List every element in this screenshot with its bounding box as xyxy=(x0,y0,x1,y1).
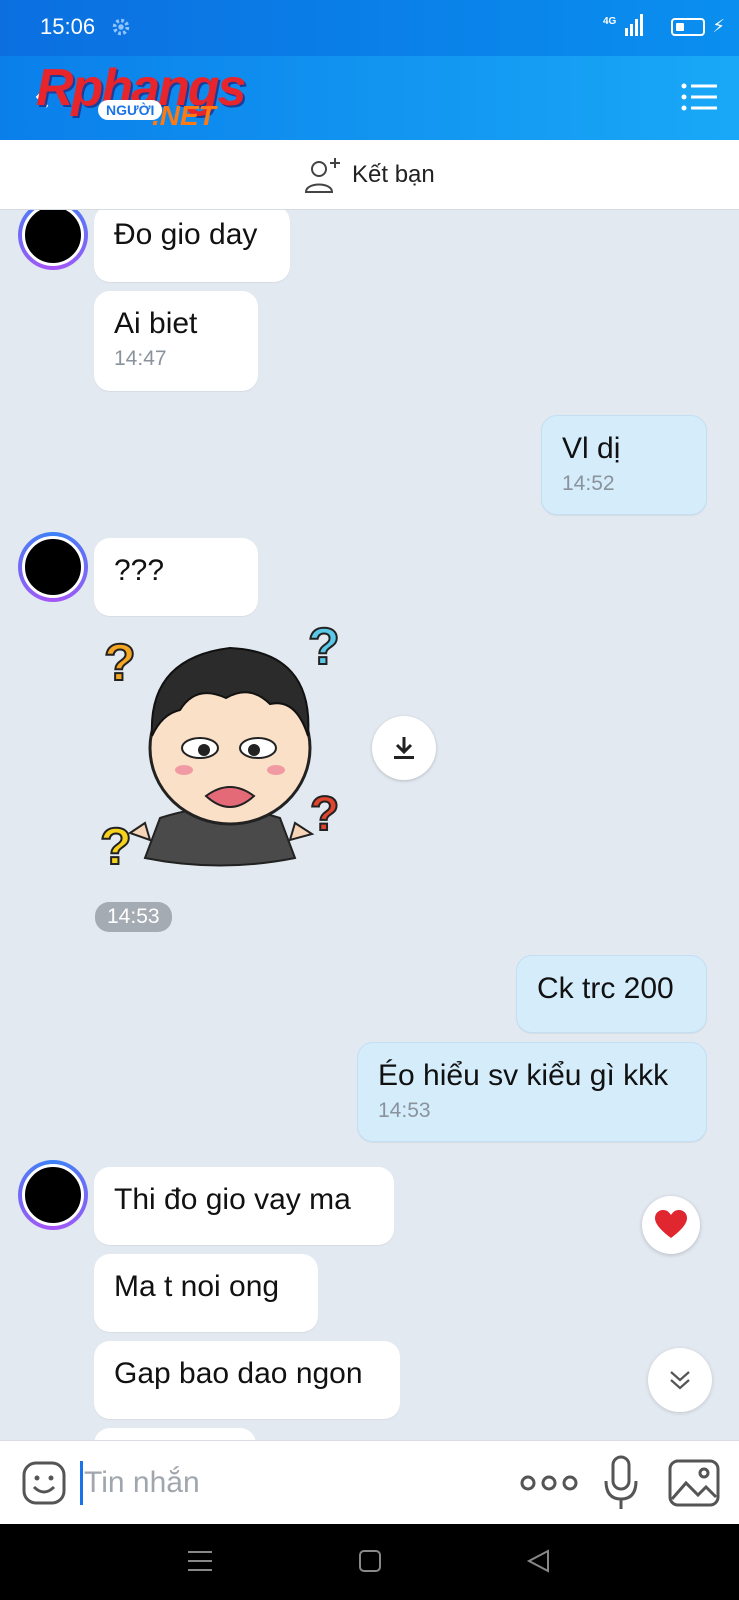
message-text: Ma t noi ong xyxy=(114,1270,280,1303)
status-time: 15:06 xyxy=(40,14,96,39)
message-text: Ck trc 200 xyxy=(537,972,674,1005)
emoji-icon[interactable] xyxy=(22,1461,66,1505)
sticker-time: 14:53 xyxy=(95,902,172,932)
message-text: Vl dị xyxy=(562,432,621,465)
message-bubble[interactable]: ??? xyxy=(94,538,258,616)
status-bar: 15:06 4G ⚡ xyxy=(0,0,739,56)
confused-boy-sticker[interactable]: ? ? ? ? xyxy=(100,618,360,878)
chat-area[interactable]: Đo gio day Ai biet 14:47 Vl dị 14:52 ???… xyxy=(0,210,739,1440)
add-friend-button[interactable]: Kết bạn xyxy=(304,154,435,196)
message-text: Ai biet xyxy=(114,307,198,340)
message-input[interactable] xyxy=(84,1461,484,1505)
message-bubble[interactable]: Gap bao dao ngon xyxy=(94,1341,400,1419)
download-button[interactable] xyxy=(372,716,436,780)
battery-icon xyxy=(671,18,705,36)
message-bubble[interactable]: Thi đo gio vay ma xyxy=(94,1167,394,1245)
message-text: Thi đo gio vay ma xyxy=(114,1183,351,1216)
site-logo: Rphangs NGƯỜI .NET xyxy=(36,58,266,138)
avatar[interactable] xyxy=(18,1160,88,1230)
svg-text:?: ? xyxy=(310,788,339,841)
scroll-to-bottom-button[interactable] xyxy=(648,1348,712,1412)
heart-reaction-button[interactable] xyxy=(642,1196,700,1254)
network-label: 4G xyxy=(603,16,617,27)
back-icon[interactable] xyxy=(526,1548,550,1574)
heart-icon xyxy=(655,1210,687,1238)
message-time: 14:47 xyxy=(114,347,167,370)
message-bubble[interactable]: Éo hiểu sv kiểu gì kkk 14:53 xyxy=(357,1042,707,1142)
gear-icon xyxy=(112,18,130,36)
message-bubble[interactable]: Đo gio day xyxy=(94,210,290,282)
add-user-icon xyxy=(304,158,340,193)
message-bubble[interactable]: Vl dị 14:52 xyxy=(541,415,707,515)
add-friend-label: Kết bạn xyxy=(352,161,435,188)
message-bubble[interactable]: Ma t noi ong xyxy=(94,1254,318,1332)
download-icon xyxy=(394,737,414,759)
message-time: 14:53 xyxy=(378,1099,431,1122)
image-gallery-icon[interactable] xyxy=(668,1459,720,1507)
avatar[interactable] xyxy=(18,210,88,270)
menu-list-icon[interactable] xyxy=(681,82,717,112)
signal-icon: 4G xyxy=(603,14,643,36)
system-nav-bar xyxy=(0,1524,739,1600)
svg-text:?: ? xyxy=(308,618,340,676)
microphone-icon[interactable] xyxy=(602,1455,640,1511)
message-bubble[interactable] xyxy=(94,1428,256,1440)
svg-text:?: ? xyxy=(104,634,136,692)
message-bubble[interactable]: Ck trc 200 xyxy=(516,955,707,1033)
message-text: Gap bao dao ngon xyxy=(114,1357,363,1390)
message-text: Éo hiểu sv kiểu gì kkk xyxy=(378,1059,669,1092)
avatar[interactable] xyxy=(18,532,88,602)
app-header: Rphangs NGƯỜI .NET xyxy=(0,56,739,140)
chevron-double-down-icon xyxy=(670,1371,690,1390)
svg-text:?: ? xyxy=(100,818,132,876)
logo-suffix: .NET xyxy=(152,100,216,131)
message-bubble[interactable]: Ai biet 14:47 xyxy=(94,291,258,391)
text-caret xyxy=(80,1461,83,1505)
message-text: ??? xyxy=(114,554,165,587)
message-text: Đo gio day xyxy=(114,218,258,251)
home-icon[interactable] xyxy=(358,1548,382,1574)
recent-apps-icon[interactable] xyxy=(188,1548,212,1574)
charging-icon: ⚡ xyxy=(712,16,725,36)
more-options-icon[interactable] xyxy=(520,1469,578,1497)
friend-bar: Kết bạn xyxy=(0,140,739,210)
message-composer xyxy=(0,1440,739,1524)
message-time: 14:52 xyxy=(562,472,615,495)
